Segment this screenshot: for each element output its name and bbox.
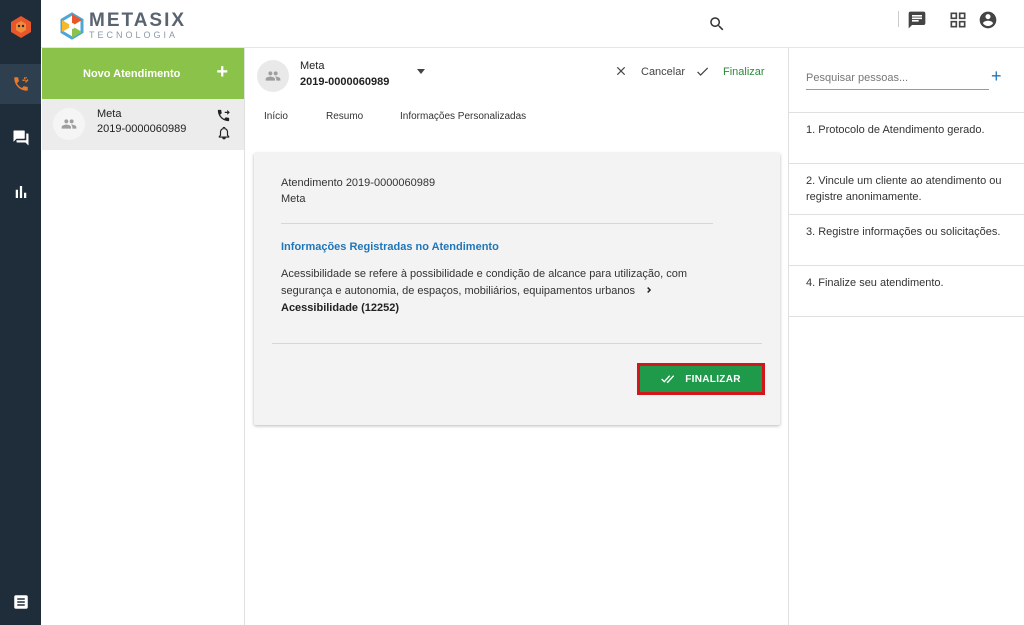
grid-icon[interactable] [948,10,968,30]
bar-chart-icon [15,186,26,198]
list-item: 1. Protocolo de Atendimento gerado. [789,113,1024,164]
people-panel: + 1. Protocolo de Atendimento gerado. 2.… [788,48,1024,625]
chevron-right-icon [647,287,652,293]
search-icon[interactable] [708,15,726,33]
brand-logo[interactable]: METASIX TECNOLOGIA [58,11,186,40]
app-rail [0,0,41,625]
phone-forward-icon [13,77,28,91]
list-item: 2. Vincule um cliente ao atendimento ou … [789,164,1024,215]
message-icon[interactable] [907,10,927,30]
card-attendance-protocol: Atendimento 2019-0000060989 [281,177,436,189]
conversation-item[interactable]: Meta 2019-0000060989 [42,99,244,150]
rail-item-reports[interactable] [0,172,41,212]
top-bar: METASIX TECNOLOGIA [41,0,1024,48]
tab-inicio[interactable]: Início [264,111,288,122]
metasix-logo-icon [60,11,84,40]
add-person-button[interactable]: + [991,67,1002,85]
divider [281,223,713,224]
attendance-client-name: Meta [300,60,325,72]
finalize-button[interactable]: FINALIZAR [640,366,762,392]
card-registered-info: Acessibilidade se refere à possibilidade… [281,266,721,317]
card-section-heading: Informações Registradas no Atendimento [281,241,499,253]
rail-item-list[interactable] [0,582,41,622]
check-icon[interactable] [695,64,710,79]
cancel-button[interactable]: Cancelar [641,66,685,78]
rail-item-atendimento[interactable] [0,64,41,104]
close-icon[interactable] [614,64,628,78]
dropdown-arrow-icon[interactable] [417,69,425,74]
list-icon [13,595,28,609]
account-icon[interactable] [978,10,998,30]
plus-icon: + [216,61,228,83]
chat-icon [13,130,28,146]
avatar [257,60,289,92]
brand-subtitle: TECNOLOGIA [89,30,179,40]
card-client-name: Meta [281,193,306,205]
search-people-input[interactable] [806,66,989,90]
bell-icon [218,126,230,140]
registered-info-text: Acessibilidade se refere à possibilidade… [281,268,688,297]
list-item: 3. Registre informações ou solicitações. [789,215,1024,266]
conversations-panel: Novo Atendimento + Meta 2019-0000060989 [41,48,245,625]
conversation-protocol: 2019-0000060989 [97,123,187,135]
tab-informacoes-personalizadas[interactable]: Informações Personalizadas [400,111,526,122]
new-attendance-label: Novo Atendimento [83,67,181,80]
topbar-separator [898,11,899,27]
avatar [53,108,85,140]
app-logo-icon[interactable] [9,15,33,39]
new-attendance-button[interactable]: Novo Atendimento + [42,48,244,99]
finish-link[interactable]: Finalizar [723,66,765,78]
finalize-button-label: FINALIZAR [685,373,741,385]
double-check-icon [661,375,675,384]
rail-item-chat[interactable] [0,118,41,158]
attendance-main: Meta 2019-0000060989 Cancelar Finalizar … [245,48,788,625]
group-icon [61,119,77,129]
registered-info-category: Acessibilidade (12252) [281,302,400,314]
group-icon [265,71,281,81]
divider [272,343,762,344]
conversation-name: Meta [97,108,122,120]
list-item: 4. Finalize seu atendimento. [789,266,1024,317]
summary-card: Atendimento 2019-0000060989 Meta Informa… [254,153,780,425]
steps-list: 1. Protocolo de Atendimento gerado. 2. V… [789,112,1024,317]
phone-forward-icon [217,109,230,122]
attendance-protocol: 2019-0000060989 [300,76,390,88]
brand-name: METASIX [89,10,187,31]
tab-resumo[interactable]: Resumo [326,111,363,122]
